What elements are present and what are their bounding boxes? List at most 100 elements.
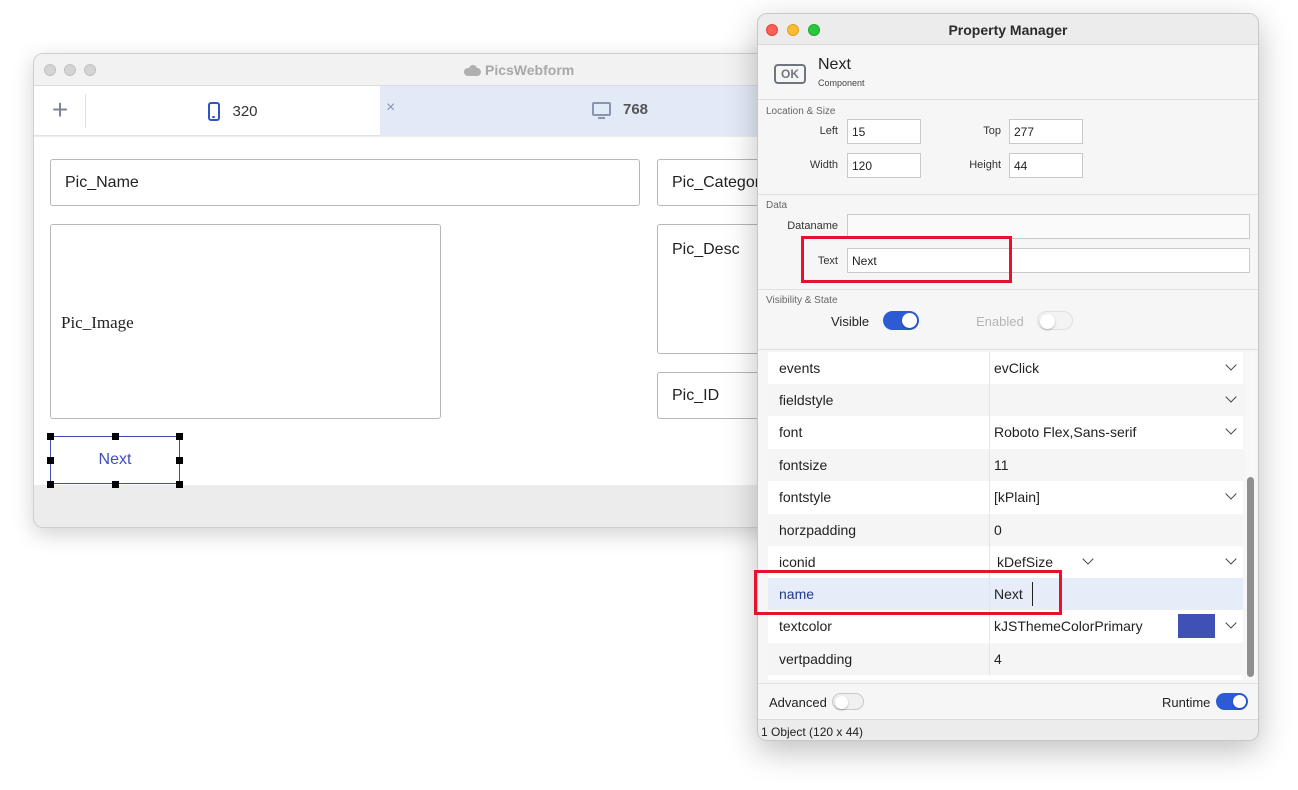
prop-name: horzpadding — [779, 522, 857, 538]
zoom-window-button[interactable] — [84, 64, 96, 76]
top-label: Top — [983, 125, 1001, 137]
pm-footer: Advanced Runtime — [758, 683, 1258, 719]
width-label: Width — [809, 159, 838, 171]
next-button-selected[interactable]: Next — [47, 433, 183, 488]
phone-icon — [208, 101, 221, 121]
advanced-label: Advanced — [769, 695, 827, 710]
pic-name-field[interactable]: Pic_Name — [50, 159, 640, 206]
prop-value[interactable]: Roboto Flex,Sans-serif — [994, 424, 1136, 440]
text-input[interactable]: Next — [847, 248, 1250, 273]
add-breakpoint-button[interactable]: + — [44, 96, 76, 125]
pic-image-field[interactable]: Pic_Image — [50, 224, 441, 419]
prop-row-events[interactable]: events evClick — [768, 352, 1243, 384]
resize-handle-ne[interactable] — [176, 433, 183, 440]
prop-value[interactable]: Next — [994, 586, 1023, 602]
prop-value[interactable]: kDefSize — [997, 554, 1053, 570]
chevron-down-icon[interactable] — [1225, 391, 1237, 403]
resize-handle-e[interactable] — [176, 457, 183, 464]
data-section-label: Data — [766, 200, 788, 211]
height-label: Height — [969, 159, 1001, 171]
dataname-label: Dataname — [787, 220, 838, 232]
prop-value[interactable]: kJSThemeColorPrimary — [994, 618, 1143, 634]
resize-handle-se[interactable] — [176, 481, 183, 488]
prop-name: font — [779, 424, 803, 440]
status-bar: 1 Object (120 x 44) — [758, 719, 1258, 740]
prop-value[interactable]: evClick — [994, 360, 1039, 376]
window-title-text: PicsWebform — [485, 62, 575, 78]
enabled-toggle[interactable] — [1037, 311, 1073, 330]
component-type: Component — [818, 78, 865, 88]
minimize-window-button[interactable] — [64, 64, 76, 76]
enabled-label: Enabled — [976, 314, 1024, 329]
pm-title: Property Manager — [948, 22, 1068, 38]
prop-row-name[interactable]: name Next — [768, 578, 1243, 610]
prop-row-textcolor[interactable]: textcolor kJSThemeColorPrimary — [768, 610, 1243, 642]
form-canvas: Pic_Name Pic_Categor Pic_Image Pic_Desc … — [34, 137, 792, 488]
title-bar: PicsWebform — [34, 54, 792, 86]
left-label: Left — [819, 125, 838, 137]
button-component-icon: OK — [774, 64, 806, 84]
tab-320-label: 320 — [232, 102, 258, 120]
resize-handle-sw[interactable] — [47, 481, 54, 488]
prop-value[interactable]: 11 — [994, 457, 1009, 473]
next-button-label: Next — [98, 451, 132, 468]
chevron-down-icon[interactable] — [1225, 553, 1237, 565]
cloud-icon — [464, 64, 481, 76]
chevron-down-icon[interactable] — [1225, 359, 1237, 371]
close-tab-icon[interactable]: × — [386, 99, 395, 117]
close-window-button[interactable] — [44, 64, 56, 76]
top-input[interactable]: 277 — [1009, 119, 1083, 144]
prop-row-font[interactable]: font Roboto Flex,Sans-serif — [768, 416, 1243, 448]
resize-handle-w[interactable] — [47, 457, 54, 464]
chevron-down-icon[interactable] — [1225, 617, 1237, 629]
prop-name: vertpadding — [779, 651, 853, 667]
chevron-down-icon[interactable] — [1225, 488, 1237, 500]
pic-desc-label: Pic_Desc — [672, 241, 740, 258]
property-manager-window: Property Manager OK Next Component Locat… — [757, 13, 1259, 741]
prop-value[interactable]: [kPlain] — [994, 489, 1040, 505]
breakpoint-tab-bar: + 320 × 768 — [34, 86, 792, 136]
prop-value[interactable]: 0 — [994, 522, 1002, 538]
resize-handle-nw[interactable] — [47, 433, 54, 440]
prop-row-fontstyle[interactable]: fontstyle [kPlain] — [768, 481, 1243, 513]
tab-768-label: 768 — [623, 101, 649, 118]
section-divider — [758, 289, 1258, 290]
runtime-toggle[interactable] — [1216, 693, 1248, 710]
prop-row-iconid[interactable]: iconid kDefSize — [768, 546, 1243, 578]
prop-row-horzpadding[interactable]: horzpadding 0 — [768, 514, 1243, 546]
pic-id-label: Pic_ID — [672, 387, 720, 404]
property-grid-scrollbar[interactable] — [1246, 352, 1255, 680]
advanced-toggle[interactable] — [832, 693, 864, 710]
runtime-label: Runtime — [1162, 695, 1211, 710]
color-swatch[interactable] — [1178, 614, 1215, 638]
text-caret — [1032, 582, 1033, 606]
visible-toggle[interactable] — [883, 311, 919, 330]
prop-name: fontsize — [779, 457, 828, 473]
pic-image-label: Pic_Image — [61, 313, 134, 332]
chevron-down-icon[interactable] — [1225, 423, 1237, 435]
prop-name: iconid — [779, 554, 816, 570]
height-input[interactable]: 44 — [1009, 153, 1083, 178]
prop-name: name — [779, 586, 815, 602]
tab-768[interactable]: × 768 — [380, 86, 792, 136]
left-input[interactable]: 15 — [847, 119, 921, 144]
width-input[interactable]: 120 — [847, 153, 921, 178]
resize-handle-s[interactable] — [112, 481, 119, 488]
prop-name: fieldstyle — [779, 392, 834, 408]
resize-handle-n[interactable] — [112, 433, 119, 440]
prop-row-vertpadding[interactable]: vertpadding 4 — [768, 643, 1243, 675]
pic-category-label: Pic_Categor — [672, 174, 761, 191]
chevron-down-icon[interactable] — [1082, 553, 1094, 565]
prop-value[interactable]: 4 — [994, 651, 1002, 667]
tab-320[interactable]: 320 — [86, 86, 380, 136]
window-title: PicsWebform — [464, 62, 574, 78]
property-grid: events evClick fieldstyle font Roboto Fl… — [768, 352, 1243, 680]
prop-row-fontsize[interactable]: fontsize 11 — [768, 449, 1243, 481]
dataname-input[interactable] — [847, 214, 1250, 239]
location-size-section-label: Location & Size — [766, 106, 836, 117]
pm-title-bar: Property Manager — [758, 14, 1258, 45]
prop-row-fieldstyle[interactable]: fieldstyle — [768, 384, 1243, 416]
scroll-thumb[interactable] — [1247, 477, 1254, 677]
prop-name: textcolor — [779, 618, 832, 634]
picswebform-window: PicsWebform + 320 × 768 Pic_Name Pic_Cat… — [33, 53, 793, 528]
